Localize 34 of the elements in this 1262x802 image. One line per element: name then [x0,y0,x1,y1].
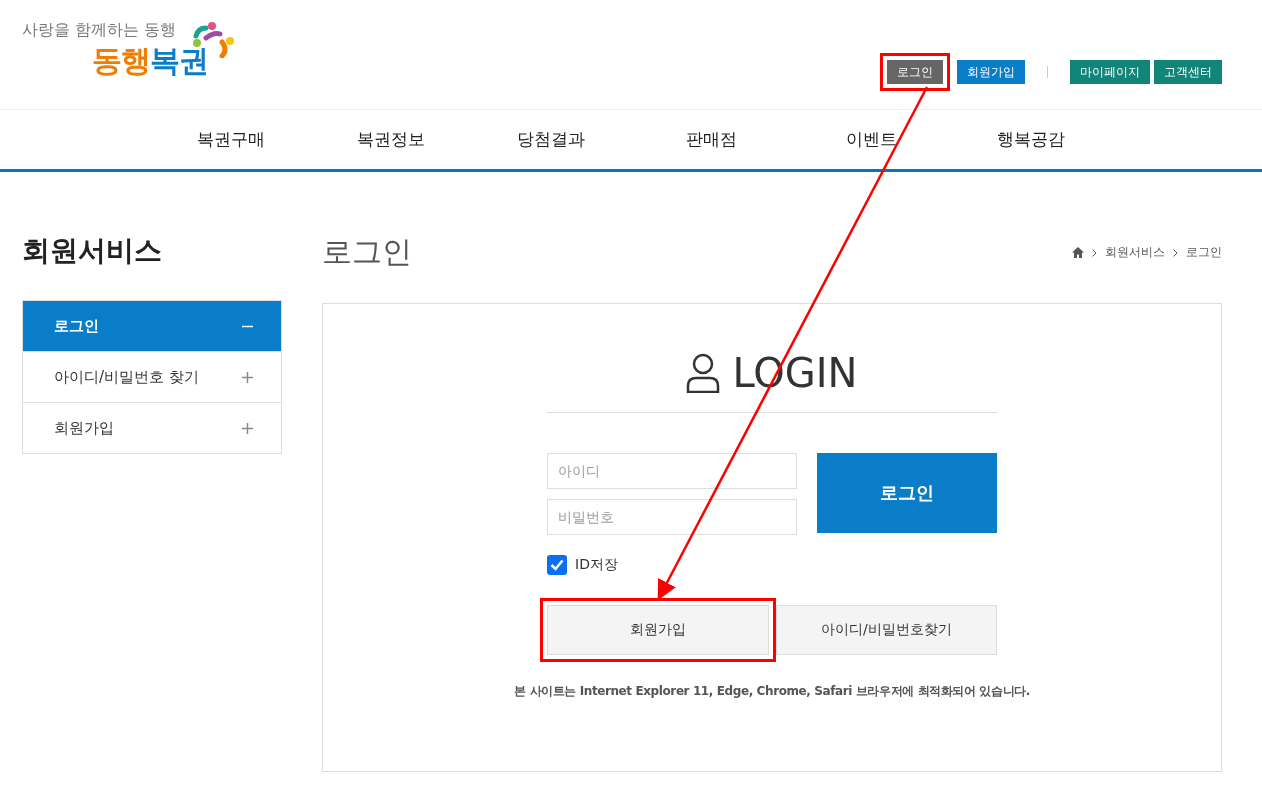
nav-item[interactable]: 이벤트 [791,110,951,169]
logo-slogan: 사랑을 함께하는 동행 [22,20,178,41]
sidebar-item-label: 아이디/비밀번호 찾기 [54,367,199,387]
sidebar-item[interactable]: 로그인 [23,300,281,351]
password-field[interactable]: 비밀번호 [547,499,797,535]
browser-notice: 본 사이트는 Internet Explorer 11, Edge, Chrome, Safari 브라우저에 최적화되어 있습니다. [514,683,1030,699]
page-title: 로그인 [322,233,412,271]
nav-item[interactable]: 판매점 [631,110,791,169]
header-link[interactable]: 로그인 [887,60,943,84]
breadcrumb-link[interactable]: 로그인 [1186,244,1222,261]
logo-text[interactable]: 동행복권 [92,41,208,82]
plus-icon [242,422,253,434]
action-button[interactable]: 아이디/비밀번호찾기 [775,605,997,655]
action-button[interactable]: 회원가입 [547,605,769,655]
sidebar-item-label: 로그인 [54,316,99,336]
header-link[interactable]: 마이페이지 [1070,60,1150,84]
sidebar-item-label: 회원가입 [54,418,114,438]
nav-item[interactable]: 복권구매 [151,110,311,169]
sidebar-title: 회원서비스 [22,233,163,269]
chevron-icon [1092,248,1097,257]
user-icon [686,353,721,393]
header-link[interactable]: 회원가입 [957,60,1025,84]
nav-item[interactable]: 행복공감 [951,110,1111,169]
checkbox-label: ID저장 [575,556,618,574]
nav-item[interactable]: 당첨결과 [471,110,631,169]
login-button[interactable]: 로그인 [817,453,997,533]
nav-item[interactable]: 복권정보 [311,110,471,169]
header-link[interactable]: 고객센터 [1154,60,1222,84]
plus-icon [242,371,253,383]
id-field[interactable]: 아이디 [547,453,797,489]
chevron-icon [1173,248,1178,257]
breadcrumb-link[interactable]: 회원서비스 [1105,244,1165,261]
home-icon[interactable] [1072,247,1084,258]
checkbox[interactable] [547,555,567,575]
